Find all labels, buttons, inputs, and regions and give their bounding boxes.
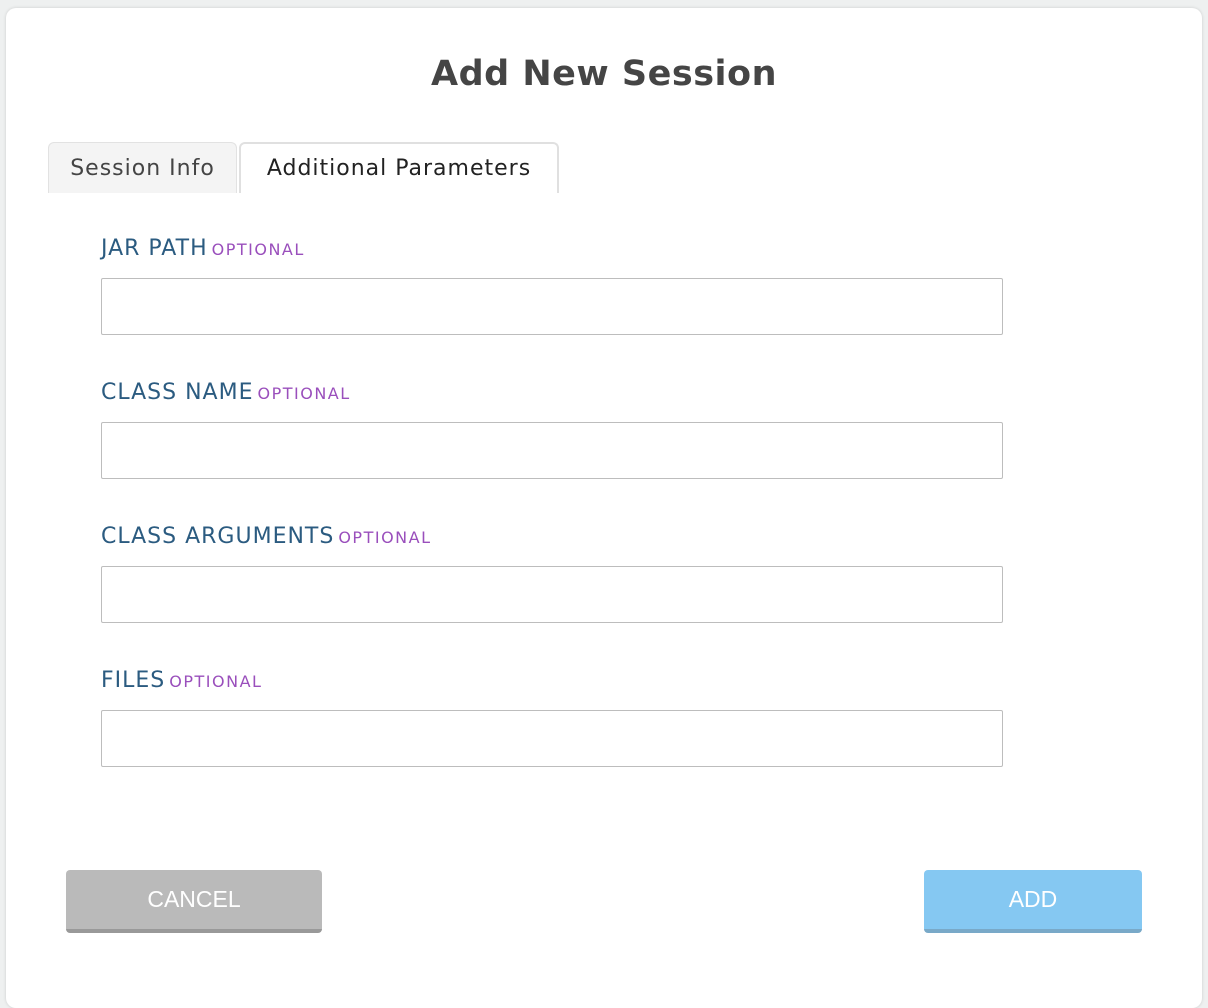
class-arguments-input[interactable] <box>101 566 1003 623</box>
jar-path-field: JAR PATH OPTIONAL <box>101 234 1003 335</box>
files-input[interactable] <box>101 710 1003 767</box>
field-label-text: CLASS NAME <box>101 380 254 405</box>
cancel-button[interactable]: CANCEL <box>66 870 322 933</box>
field-label-text: CLASS ARGUMENTS <box>101 524 335 549</box>
tab-additional-parameters[interactable]: Additional Parameters <box>239 142 559 193</box>
class-arguments-field: CLASS ARGUMENTS OPTIONAL <box>101 522 1003 623</box>
files-label: FILES OPTIONAL <box>101 666 1003 696</box>
files-field: FILES OPTIONAL <box>101 666 1003 767</box>
optional-tag: OPTIONAL <box>211 240 305 259</box>
add-button[interactable]: ADD <box>924 870 1142 933</box>
class-name-input[interactable] <box>101 422 1003 479</box>
field-label-text: FILES <box>101 668 166 693</box>
tab-session-info[interactable]: Session Info <box>48 142 237 193</box>
class-name-label: CLASS NAME OPTIONAL <box>101 378 1003 408</box>
add-session-dialog: Add New Session Session Info Additional … <box>6 8 1202 1008</box>
optional-tag: OPTIONAL <box>338 528 432 547</box>
jar-path-input[interactable] <box>101 278 1003 335</box>
class-arguments-label: CLASS ARGUMENTS OPTIONAL <box>101 522 1003 552</box>
field-label-text: JAR PATH <box>101 236 208 261</box>
class-name-field: CLASS NAME OPTIONAL <box>101 378 1003 479</box>
optional-tag: OPTIONAL <box>257 384 351 403</box>
dialog-title: Add New Session <box>431 54 777 94</box>
optional-tag: OPTIONAL <box>169 672 263 691</box>
jar-path-label: JAR PATH OPTIONAL <box>101 234 1003 264</box>
